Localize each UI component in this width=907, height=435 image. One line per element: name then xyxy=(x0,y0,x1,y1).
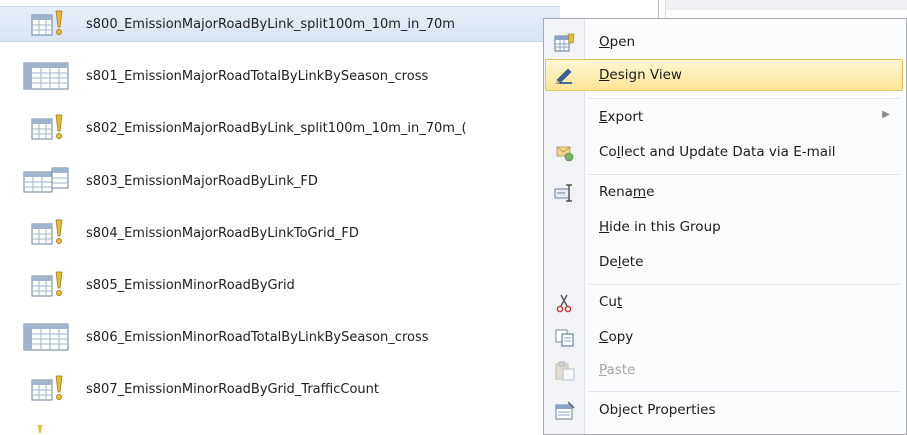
menu-item-label: Rename xyxy=(599,184,655,200)
menu-item-paste[interactable]: Paste xyxy=(546,355,902,387)
menu-item-collect-data[interactable]: Collect and Update Data via E-mail xyxy=(546,137,902,169)
menu-separator xyxy=(588,391,900,393)
paste-icon xyxy=(555,361,575,381)
menu-item-object-properties[interactable]: Object Properties xyxy=(546,395,902,427)
query-row-s802[interactable]: s802_EmissionMajorRoadByLink_split100m_1… xyxy=(0,110,560,146)
menu-item-label: Collect and Update Data via E-mail xyxy=(599,144,836,160)
query-row-s804[interactable]: s804_EmissionMajorRoadByLinkToGrid_FD xyxy=(0,215,560,251)
make-table-query-icon xyxy=(31,114,63,140)
background-panel xyxy=(665,0,907,10)
properties-icon xyxy=(555,401,575,420)
pane-splitter[interactable] xyxy=(658,0,666,20)
menu-item-label: Object Properties xyxy=(599,402,716,418)
collect-data-icon xyxy=(556,146,574,162)
query-row-s806[interactable]: s806_EmissionMinorRoadTotalByLinkBySeaso… xyxy=(0,319,560,355)
query-row-s805[interactable]: s805_EmissionMinorRoadByGrid xyxy=(0,267,560,303)
query-name: s805_EmissionMinorRoadByGrid xyxy=(86,277,295,293)
make-table-query-icon xyxy=(31,219,63,245)
query-name: s807_EmissionMinorRoadByGrid_TrafficCoun… xyxy=(86,381,379,397)
design-view-icon xyxy=(556,68,572,84)
menu-item-cut[interactable]: Cut xyxy=(546,287,902,319)
make-table-query-icon xyxy=(31,375,63,401)
menu-item-label: Paste xyxy=(599,362,636,378)
query-row-s800[interactable]: s800_EmissionMajorRoadByLink_split100m_1… xyxy=(0,6,560,42)
menu-item-label: Export xyxy=(599,109,644,125)
query-row-s803[interactable]: s803_EmissionMajorRoadByLink_FD xyxy=(0,163,560,199)
menu-separator xyxy=(588,174,900,176)
crosstab-query-icon xyxy=(23,323,69,351)
crosstab-query-icon xyxy=(23,62,69,90)
menu-item-label: Open xyxy=(599,34,636,50)
make-table-query-icon xyxy=(31,271,63,297)
query-name: s803_EmissionMajorRoadByLink_FD xyxy=(86,173,318,189)
menu-item-delete[interactable]: Delete xyxy=(546,247,902,279)
query-name: s800_EmissionMajorRoadByLink_split100m_1… xyxy=(86,16,455,32)
menu-item-label: Copy xyxy=(599,329,634,345)
menu-item-export[interactable]: Export ▶ xyxy=(546,102,902,134)
menu-item-design-view[interactable]: Design View xyxy=(545,59,903,91)
submenu-arrow-icon: ▶ xyxy=(882,109,890,120)
scissors-icon xyxy=(556,294,572,313)
query-row-s807[interactable]: s807_EmissionMinorRoadByGrid_TrafficCoun… xyxy=(0,371,560,407)
append-query-icon xyxy=(23,167,69,193)
menu-item-label: Cut xyxy=(599,294,623,310)
make-table-query-icon xyxy=(38,425,42,433)
context-menu: Open Design View Export ▶ Collect and Up… xyxy=(543,18,907,435)
query-name: s802_EmissionMajorRoadByLink_split100m_1… xyxy=(86,120,467,136)
rename-icon xyxy=(554,184,572,202)
menu-item-label: Delete xyxy=(599,254,644,270)
menu-item-open[interactable]: Open xyxy=(546,27,902,59)
open-icon xyxy=(554,33,575,52)
copy-icon xyxy=(555,329,574,347)
menu-item-hide-in-group[interactable]: Hide in this Group xyxy=(546,212,902,244)
menu-separator xyxy=(588,98,900,100)
query-name: s806_EmissionMinorRoadTotalByLinkBySeaso… xyxy=(86,329,429,345)
query-name: s801_EmissionMajorRoadTotalByLinkBySeaso… xyxy=(86,68,429,84)
make-table-query-icon xyxy=(31,10,63,36)
menu-separator xyxy=(588,284,900,286)
query-name: s804_EmissionMajorRoadByLinkToGrid_FD xyxy=(86,225,359,241)
menu-item-label: Design View xyxy=(599,67,682,83)
menu-item-label: Hide in this Group xyxy=(599,219,721,235)
menu-item-copy[interactable]: Copy xyxy=(546,322,902,354)
query-row-s801[interactable]: s801_EmissionMajorRoadTotalByLinkBySeaso… xyxy=(0,58,560,94)
menu-item-rename[interactable]: Rename xyxy=(546,177,902,209)
